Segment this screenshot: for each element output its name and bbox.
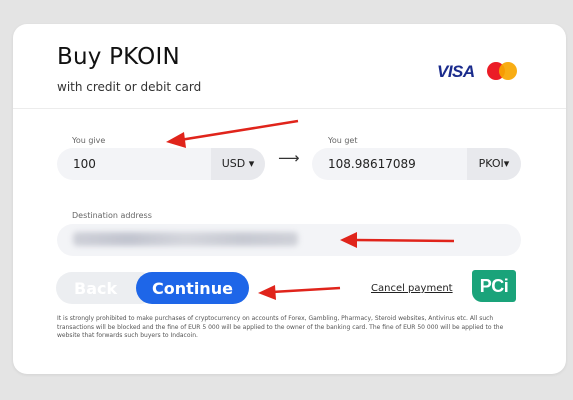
visa-logo: VISA [437, 62, 475, 81]
you-give-label: You give [72, 136, 106, 145]
you-give-input[interactable]: 100 [73, 148, 96, 180]
page-subtitle: with credit or debit card [57, 80, 202, 94]
exchange-arrow-icon: ⟶ [278, 149, 300, 167]
destination-address-label: Destination address [72, 211, 152, 220]
you-get-label: You get [328, 136, 358, 145]
page-title: Buy PKOIN [57, 44, 180, 70]
mastercard-icon-overlap [499, 62, 517, 80]
you-get-input[interactable]: 108.98617089 [328, 148, 416, 180]
cancel-payment-link[interactable]: Cancel payment [371, 283, 453, 294]
disclaimer-text: It is strongly prohibited to make purcha… [57, 315, 504, 339]
you-get-field[interactable]: 108.98617089 PKOI▾ [312, 148, 521, 180]
you-give-field[interactable]: 100 USD ▾ [57, 148, 265, 180]
card-header: Buy PKOIN with credit or debit card VISA [13, 24, 566, 109]
continue-button[interactable]: Continue [136, 272, 249, 304]
destination-address-field[interactable] [57, 224, 521, 256]
destination-address-blurred-value [73, 232, 298, 246]
payment-card: Buy PKOIN with credit or debit card VISA… [13, 24, 566, 374]
give-currency-select[interactable]: USD ▾ [211, 148, 265, 180]
get-currency-select[interactable]: PKOI▾ [467, 148, 521, 180]
pci-logo: PCi [472, 270, 516, 302]
